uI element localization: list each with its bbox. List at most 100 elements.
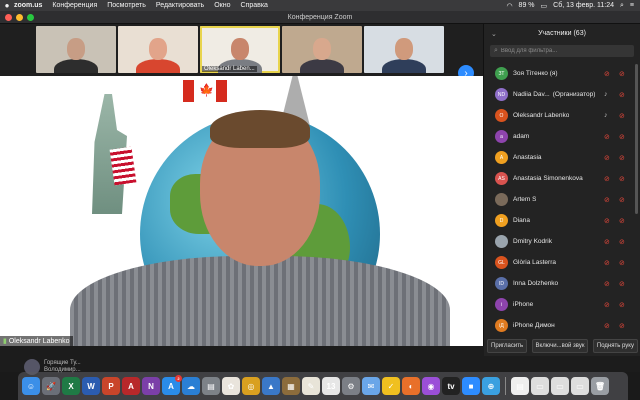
participant-row[interactable]: a adam ⊘ ⊘ [484,126,634,147]
participant-row[interactable]: Dmitry Kodrik ⊘ ⊘ [484,231,634,252]
zoom-app[interactable]: ■ [462,377,480,395]
acrobat-app[interactable]: A [122,377,140,395]
chrome-app[interactable]: ◎ [242,377,260,395]
onenote-app[interactable]: N [142,377,160,395]
active-speaker-video[interactable]: 🍁 ▮ Oleksandr Labenko [0,76,483,346]
participant-row[interactable]: AS Anastasia Simonenkova ⊘ ⊘ [484,168,634,189]
participant-row[interactable]: O Oleksandr Labenko ♪ ⊘ [484,105,634,126]
participant-row[interactable]: A Anastasia ⊘ ⊘ [484,147,634,168]
window-app[interactable]: ▭ [531,377,549,395]
launchpad-app[interactable]: 🚀 [42,377,60,395]
raise-hand-button[interactable]: Поднять руку [592,338,638,353]
excel-app[interactable]: X [62,377,80,395]
camera-off-icon: ⊘ [619,301,625,309]
window2-app[interactable]: ▭ [551,377,569,395]
chevron-down-icon[interactable]: ⌄ [491,30,497,38]
gallery-thumbnail[interactable] [364,26,444,73]
safari-app[interactable]: ⊕ [482,377,500,395]
trash-app[interactable]: 🗑 [591,377,609,395]
participant-row[interactable]: GL Glòria Lasterra ⊘ ⊘ [484,252,634,273]
window3-app[interactable]: ▭ [571,377,589,395]
camera-off-icon: ⊘ [619,91,625,99]
participant-row[interactable]: ID Inna Dolzhenko ⊘ ⊘ [484,273,634,294]
spotlight-icon[interactable]: ⌕ [620,2,624,10]
mic-muted-icon: ⊘ [604,280,610,288]
gallery-thumbnail[interactable] [118,26,198,73]
finder-icon: ☺ [26,381,36,391]
appstore-app[interactable]: A2 [162,375,182,395]
participants-search-input[interactable] [500,48,634,54]
onedrive-app[interactable]: ☁ [182,377,200,395]
participant-name: Anastasia [513,154,542,161]
unmute-button[interactable]: Включи...вой звук [531,338,589,353]
notes-icon: ▤ [207,381,215,391]
participant-row[interactable]: D Diana ⊘ ⊘ [484,210,634,231]
firefox-app[interactable]: ◐ [402,377,420,395]
trash-icon: 🗑 [594,381,606,391]
search-icon: ⌕ [494,47,498,54]
keynote-app[interactable]: ▲ [262,377,280,395]
gallery-strip: Oleksandr Laben... › [0,24,483,81]
podcasts-app[interactable]: ◉ [422,377,440,395]
tv-app[interactable]: tv [442,377,460,395]
document-app[interactable]: ▤ [511,377,529,395]
participant-name: Зоя Тітенко (я) [513,70,558,77]
participant-row[interactable]: i iPhone ⊘ ⊘ [484,294,634,315]
menu-app-name[interactable]: zoom.us [14,2,42,9]
window3-icon: ▭ [576,381,584,391]
sysprefs-app[interactable]: ⚙ [342,377,360,395]
gallery-thumbnail[interactable] [282,26,362,73]
participant-avatar: a [495,130,508,143]
excel-icon: X [68,381,74,391]
menu-help[interactable]: Справка [240,2,267,9]
mail-app[interactable]: ✉ [362,377,380,395]
menu-conference[interactable]: Конференция [52,2,97,9]
window2-icon: ▭ [556,381,564,391]
participant-row[interactable]: iД iPhone Димон ⊘ ⊘ [484,315,634,336]
camera-off-icon: ⊘ [619,196,625,204]
photos-app[interactable]: ✿ [222,377,240,395]
participant-avatar [495,235,508,248]
camera-off-icon: ⊘ [619,217,625,225]
powerpoint-app[interactable]: P [102,377,120,395]
macos-menu-bar: ● zoom.us Конференция Посмотреть Редакти… [0,0,640,11]
textedit-app[interactable]: ✎ [302,377,320,395]
calendar-app[interactable]: 13 [322,377,340,395]
thumbnail-person-face [313,38,331,60]
participant-row[interactable]: Artem S ⊘ ⊘ [484,189,634,210]
thumbnail-person-face [231,38,249,60]
participants-footer: Пригласить Включи...вой звук Поднять рук… [484,335,640,356]
onenote-icon: N [148,381,154,391]
battery-percent[interactable]: 89 % [519,2,535,9]
acrobat-icon: A [128,381,134,391]
apple-icon[interactable]: ● [0,1,14,10]
participant-name: Nadiia Dav... [513,91,550,98]
clock[interactable]: Сб, 13 февр. 11:24 [553,2,614,9]
word-app[interactable]: W [82,377,100,395]
menu-view[interactable]: Посмотреть [107,2,146,9]
invite-button[interactable]: Пригласить [487,338,528,353]
participant-avatar: A [495,151,508,164]
sysprefs-icon: ⚙ [347,381,355,391]
camera-off-icon: ⊘ [619,322,625,330]
wifi-icon[interactable]: ◠ [506,2,512,10]
speaker-name-label: ▮ Oleksandr Labenko [0,336,73,346]
battery-icon[interactable]: ▭ [541,2,548,10]
menu-window[interactable]: Окно [214,2,230,9]
gallery-thumbnail[interactable]: Oleksandr Laben... [200,26,280,73]
camera-off-icon: ⊘ [619,154,625,162]
control-center-icon[interactable]: ≡ [630,2,634,9]
notes-app[interactable]: ▤ [202,377,220,395]
gallery-thumbnail[interactable] [36,26,116,73]
preview-app[interactable]: ▦ [282,377,300,395]
mic-muted-icon: ⊘ [604,175,610,183]
menu-edit[interactable]: Редактировать [156,2,204,9]
participant-row[interactable]: ND Nadiia Dav... (Организатор) ♪ ⊘ [484,84,634,105]
norton-app[interactable]: ✓ [382,377,400,395]
participant-avatar: AS [495,172,508,185]
speaker-hair [210,110,310,148]
calendar-icon: 13 [326,381,336,391]
participant-row[interactable]: ЗТ Зоя Тітенко (я) ⊘ ⊘ [484,63,634,84]
participants-scrollbar[interactable] [635,64,638,214]
finder-app[interactable]: ☺ [22,377,40,395]
